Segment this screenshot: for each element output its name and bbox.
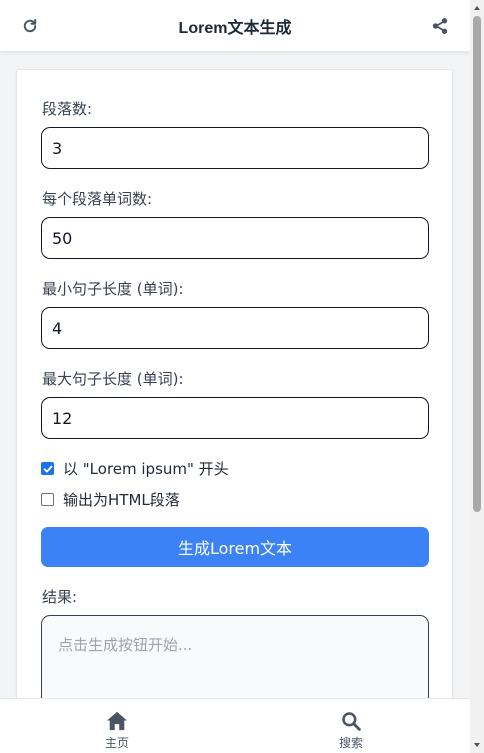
share-icon bbox=[432, 18, 448, 34]
nav-item-home[interactable]: 主页 bbox=[87, 711, 147, 751]
refresh-button[interactable] bbox=[18, 14, 42, 38]
start-with-lorem-label: 以 "Lorem ipsum" 开头 bbox=[63, 460, 229, 478]
words-per-paragraph-label: 每个段落单词数: bbox=[42, 190, 153, 208]
check-icon bbox=[43, 465, 52, 472]
refresh-icon bbox=[23, 19, 37, 33]
nav-item-search[interactable]: 搜索 bbox=[321, 711, 381, 751]
html-paragraphs-label: 输出为HTML段落 bbox=[63, 491, 180, 509]
bottom-nav: 主页 搜索 bbox=[0, 698, 470, 753]
max-sentence-length-input[interactable] bbox=[41, 397, 429, 439]
min-sentence-length-input[interactable] bbox=[41, 307, 429, 349]
share-button[interactable] bbox=[428, 14, 452, 38]
paragraphs-label: 段落数: bbox=[42, 100, 93, 118]
app-root: Lorem文本生成 段落数: 每个段落单词数: 最小句子长度 (单词): 最大句… bbox=[0, 0, 484, 753]
search-icon bbox=[342, 712, 361, 731]
result-label: 结果: bbox=[42, 588, 78, 606]
result-placeholder: 点击生成按钮开始... bbox=[58, 636, 193, 654]
nav-search-label: 搜索 bbox=[338, 736, 363, 750]
scrollbar-thumb[interactable] bbox=[473, 16, 481, 512]
generator-card: 段落数: 每个段落单词数: 最小句子长度 (单词): 最大句子长度 (单词): … bbox=[16, 69, 453, 753]
html-paragraphs-checkbox[interactable] bbox=[41, 493, 54, 506]
words-per-paragraph-input[interactable] bbox=[41, 217, 429, 259]
nav-home-label: 主页 bbox=[104, 736, 129, 750]
app-header: Lorem文本生成 bbox=[0, 0, 470, 52]
scroll-up-icon[interactable] bbox=[473, 4, 481, 12]
home-icon bbox=[107, 711, 127, 731]
start-with-lorem-checkbox[interactable] bbox=[41, 462, 54, 475]
paragraphs-input[interactable] bbox=[41, 127, 429, 169]
scroll-down-icon[interactable] bbox=[473, 741, 481, 749]
start-with-lorem-option[interactable]: 以 "Lorem ipsum" 开头 bbox=[41, 458, 229, 479]
page-title: Lorem文本生成 bbox=[178, 19, 292, 37]
html-paragraphs-option[interactable]: 输出为HTML段落 bbox=[41, 489, 180, 510]
generate-button[interactable]: 生成Lorem文本 bbox=[41, 527, 429, 567]
max-sentence-length-label: 最大句子长度 (单词): bbox=[42, 370, 184, 388]
min-sentence-length-label: 最小句子长度 (单词): bbox=[42, 280, 184, 298]
